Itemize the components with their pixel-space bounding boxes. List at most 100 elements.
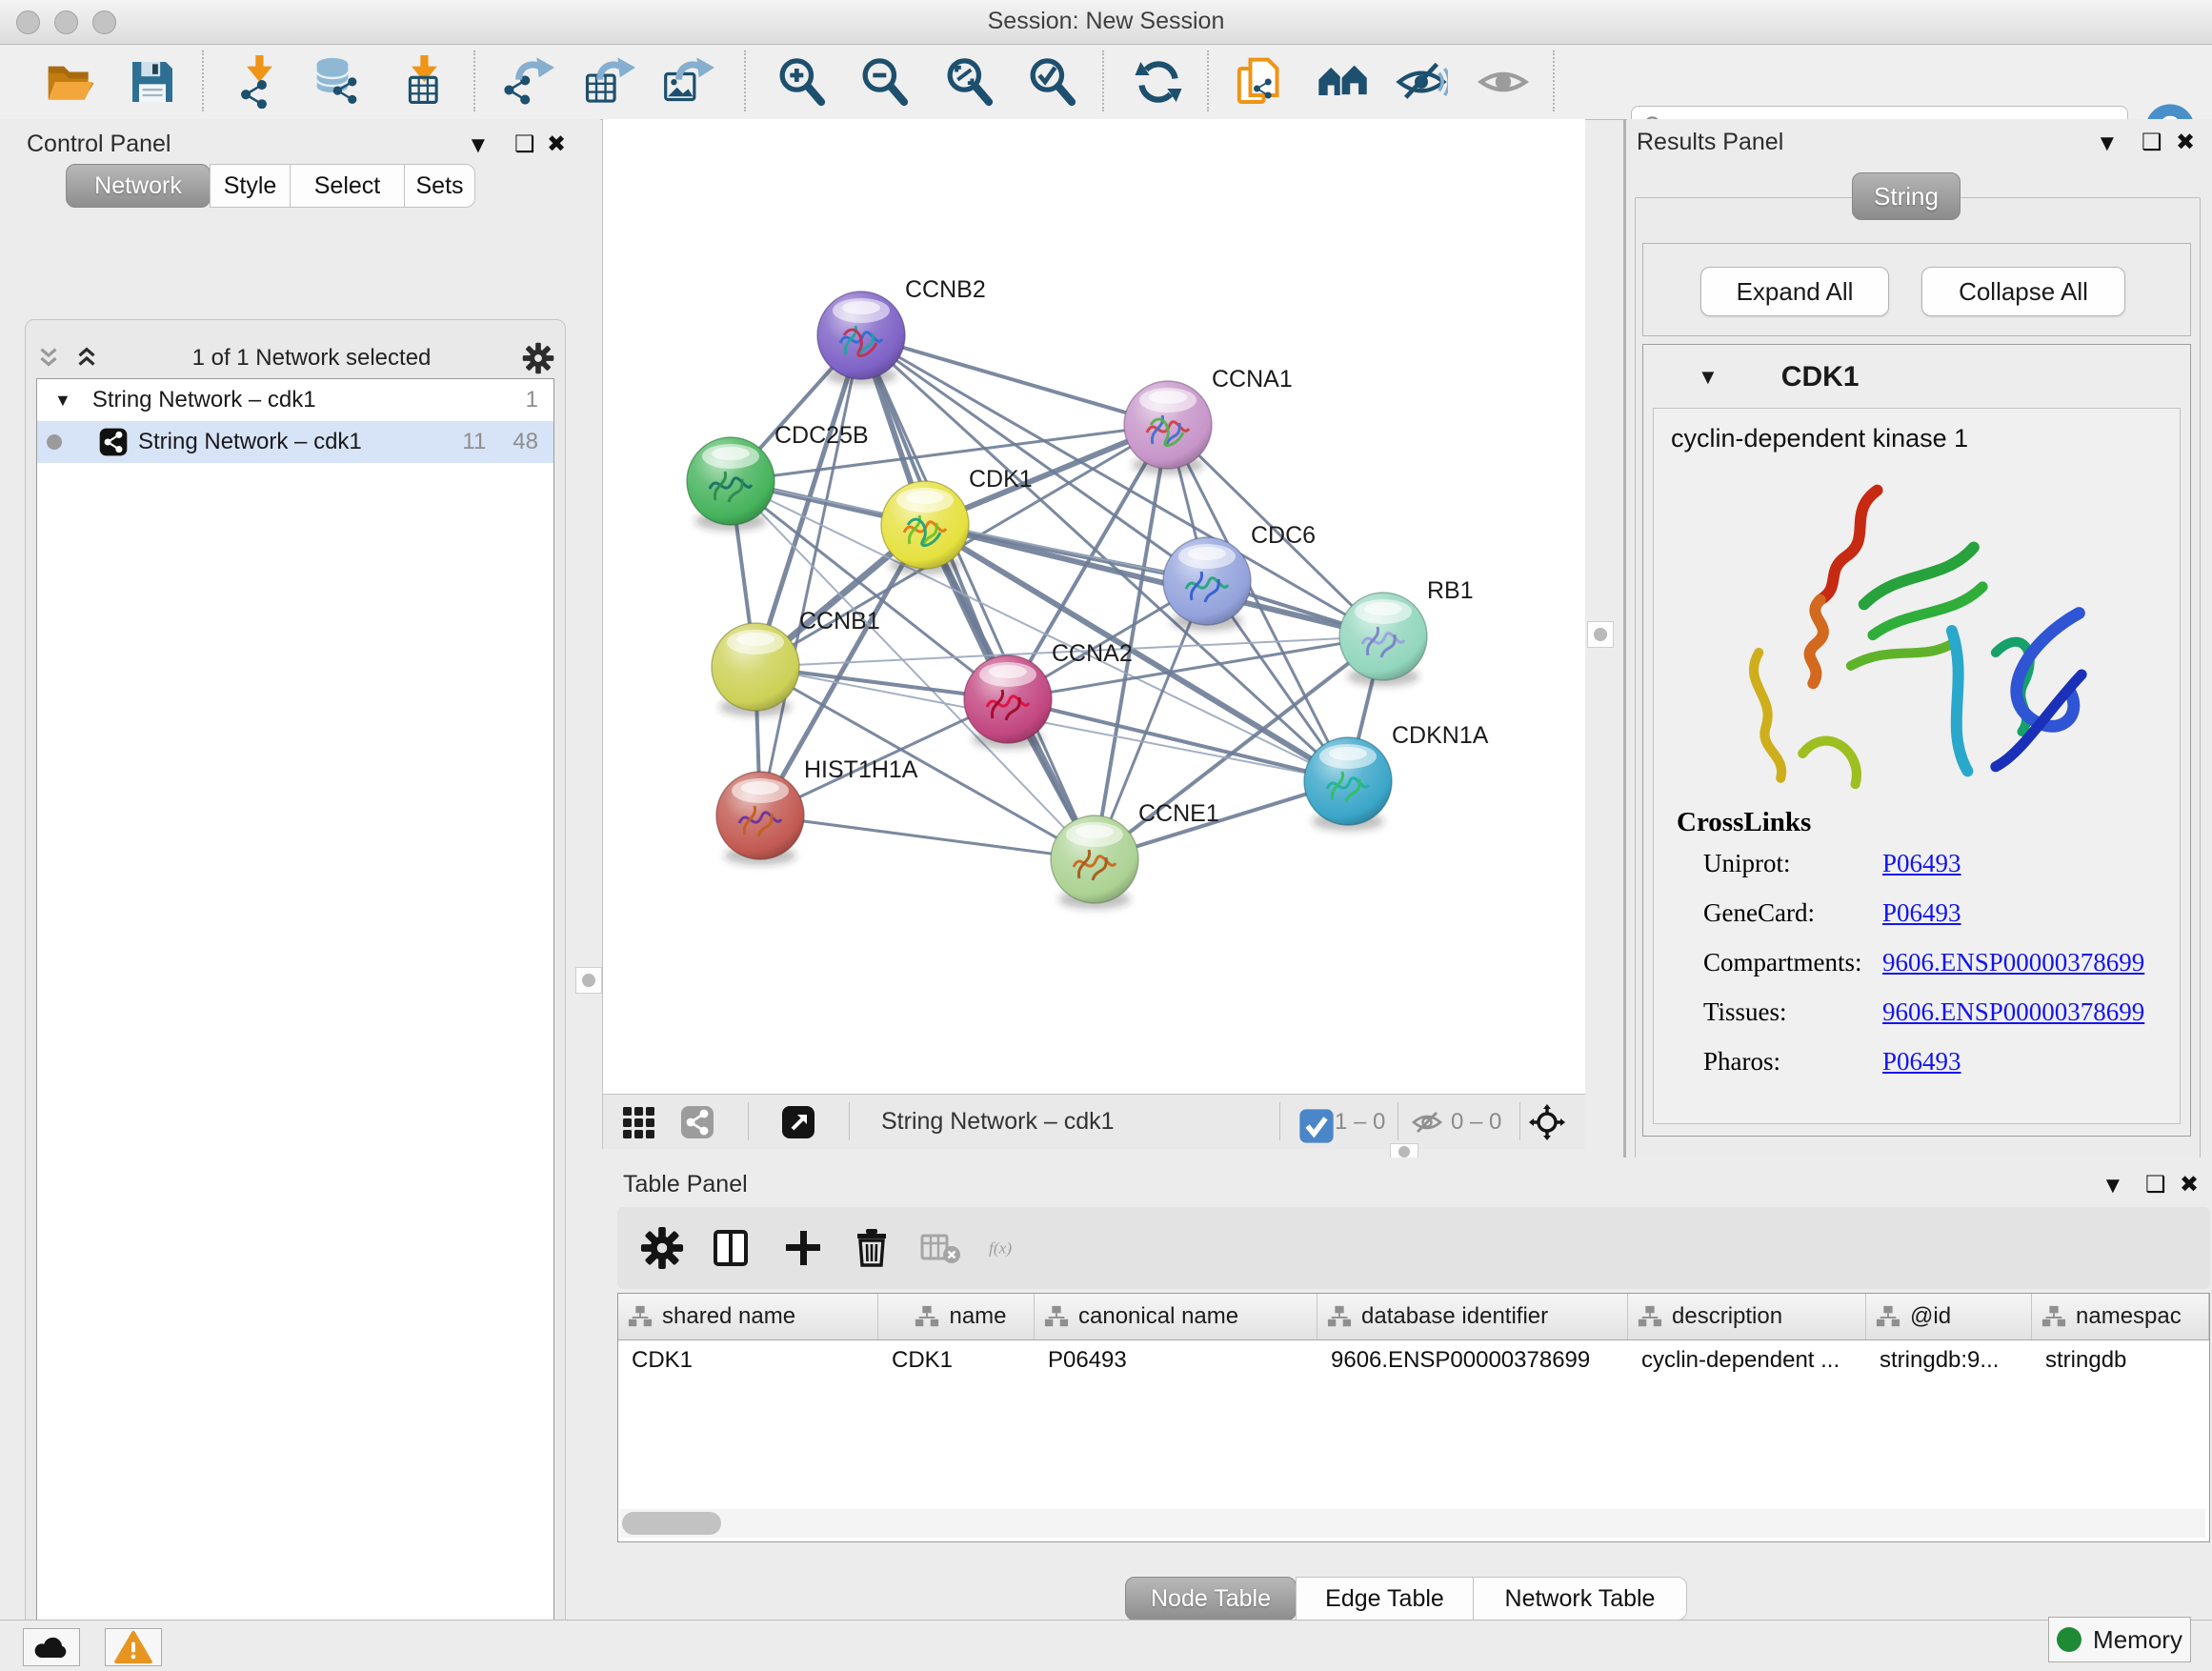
tab-network[interactable]: Network: [66, 164, 211, 208]
crosslink-link[interactable]: P06493: [1882, 898, 1961, 928]
column-header-namespac[interactable]: namespac: [2032, 1294, 2209, 1339]
results-panel-divider[interactable]: [1623, 119, 1626, 1158]
table-row[interactable]: CDK1CDK1P064939606.ENSP00000378699cyclin…: [618, 1339, 2209, 1381]
memory-button[interactable]: Memory: [2048, 1617, 2191, 1662]
export-table-icon[interactable]: [582, 55, 635, 109]
tab-string[interactable]: String: [1852, 172, 1961, 220]
node-CCNA2[interactable]: [964, 655, 1052, 749]
results-panel-menu-icon[interactable]: ▼: [2096, 131, 2119, 157]
edge-CCNB2-HIST1H1A[interactable]: [760, 335, 861, 815]
results-panel-title: Results Panel: [1637, 129, 1783, 156]
table-cell[interactable]: stringdb: [2032, 1339, 2209, 1381]
table-settings-gear-icon[interactable]: [640, 1226, 684, 1270]
column-header--id[interactable]: @id: [1866, 1294, 2032, 1339]
tab-style[interactable]: Style: [210, 164, 291, 208]
node-CDKN1A[interactable]: [1304, 737, 1392, 831]
refresh-icon[interactable]: [1132, 55, 1185, 109]
crosslink-link[interactable]: P06493: [1882, 1047, 1961, 1077]
collapse-all-button[interactable]: Collapse All: [1921, 267, 2125, 316]
add-column-icon[interactable]: [781, 1226, 825, 1270]
node-label-HIST1H1A: HIST1H1A: [804, 756, 918, 783]
cloud-status-button[interactable]: [23, 1628, 80, 1666]
node-CDC6[interactable]: [1163, 537, 1251, 631]
node-HIST1H1A[interactable]: [716, 772, 804, 865]
edge-HIST1H1A-CCNE1[interactable]: [760, 815, 1095, 859]
import-table-icon[interactable]: [398, 55, 452, 109]
clone-network-icon[interactable]: [1234, 55, 1287, 109]
tab-edge-table[interactable]: Edge Table: [1296, 1577, 1474, 1621]
open-folder-icon[interactable]: [44, 55, 97, 109]
birds-eye-view-icon[interactable]: [780, 1104, 816, 1140]
zoom-out-icon[interactable]: [857, 55, 911, 109]
selected-checkbox-icon[interactable]: [1298, 1108, 1325, 1135]
edge-CCNA2-CDKN1A[interactable]: [1008, 699, 1348, 781]
collapse-entry-icon[interactable]: ▼: [1698, 365, 1719, 390]
expand-all-networks-icon[interactable]: [72, 344, 101, 372]
export-network-icon[interactable]: [501, 55, 554, 109]
network-share-icon[interactable]: [679, 1104, 715, 1140]
show-columns-icon[interactable]: [709, 1226, 753, 1270]
left-splitter-handle[interactable]: [575, 967, 602, 994]
tab-select[interactable]: Select: [290, 164, 405, 208]
home-pair-icon[interactable]: [1317, 55, 1370, 109]
column-header-database-identifier[interactable]: database identifier: [1317, 1294, 1628, 1339]
network-canvas[interactable]: CCNB2CCNA1CDC25BCDK1CDC6RB1CCNB1CCNA2CDK…: [602, 119, 1585, 1094]
gene-entry-header[interactable]: ▼ CDK1: [1644, 352, 2178, 402]
tab-sets[interactable]: Sets: [404, 164, 475, 208]
edge-CCNB2-CCNA1[interactable]: [861, 335, 1168, 425]
zoom-fit-icon[interactable]: [942, 55, 995, 109]
import-network-icon[interactable]: [233, 55, 287, 109]
grid-view-icon[interactable]: [620, 1104, 656, 1140]
table-panel-close-icon[interactable]: ✖: [2180, 1171, 2199, 1198]
table-cell[interactable]: CDK1: [878, 1339, 1035, 1381]
zoom-selected-icon[interactable]: [1025, 55, 1078, 109]
tab-node-table[interactable]: Node Table: [1125, 1577, 1297, 1621]
control-panel-menu-icon[interactable]: ▼: [467, 132, 490, 159]
tab-network-table[interactable]: Network Table: [1473, 1577, 1687, 1621]
scrollbar-thumb[interactable]: [622, 1512, 721, 1535]
expand-all-button[interactable]: Expand All: [1700, 267, 1889, 316]
table-cell[interactable]: stringdb:9...: [1866, 1339, 2032, 1381]
crosslink-link[interactable]: P06493: [1882, 849, 1961, 878]
control-panel-float-icon[interactable]: ❑: [514, 131, 535, 158]
results-panel-close-icon[interactable]: ✖: [2176, 129, 2195, 156]
eye-hide-icon[interactable]: [1395, 55, 1448, 109]
collapse-all-networks-icon[interactable]: [34, 344, 63, 372]
column-header-name[interactable]: name: [878, 1294, 1035, 1339]
table-horizontal-scrollbar[interactable]: [620, 1509, 2205, 1538]
crosslink-link[interactable]: 9606.ENSP00000378699: [1882, 997, 2144, 1027]
save-icon[interactable]: [126, 55, 179, 109]
table-panel-menu-icon[interactable]: ▼: [2101, 1173, 2124, 1199]
network-tree-row[interactable]: String Network – cdk11148: [37, 421, 553, 463]
column-header-shared-name[interactable]: shared name: [618, 1294, 878, 1339]
node-CCNA1[interactable]: [1124, 381, 1212, 474]
node-CDC25B[interactable]: [687, 437, 774, 531]
table-cell[interactable]: P06493: [1035, 1339, 1317, 1381]
crosslink-link[interactable]: 9606.ENSP00000378699: [1882, 948, 2144, 977]
warning-status-button[interactable]: [105, 1628, 162, 1666]
tree-expander-icon[interactable]: ▼: [54, 391, 71, 411]
zoom-in-icon[interactable]: [774, 55, 828, 109]
results-panel-float-icon[interactable]: ❑: [2142, 129, 2162, 156]
column-header-canonical-name[interactable]: canonical name: [1035, 1294, 1317, 1339]
node-CDK1[interactable]: [881, 481, 969, 574]
table-cell[interactable]: CDK1: [618, 1339, 878, 1381]
network-tree-row[interactable]: ▼String Network – cdk11: [37, 379, 553, 421]
fit-selected-crosshair-icon[interactable]: [1529, 1104, 1565, 1140]
import-database-icon[interactable]: [312, 55, 366, 109]
node-CCNB1[interactable]: [712, 623, 799, 716]
table-cell[interactable]: cyclin-dependent ...: [1628, 1339, 1866, 1381]
export-image-icon[interactable]: [661, 55, 714, 109]
table-panel-float-icon[interactable]: ❑: [2145, 1171, 2166, 1198]
right-splitter-handle[interactable]: [1587, 621, 1614, 648]
column-header-label: shared name: [662, 1303, 795, 1330]
control-panel-close-icon[interactable]: ✖: [547, 131, 566, 158]
delete-column-trash-icon[interactable]: [850, 1226, 894, 1270]
hidden-eye-icon[interactable]: [1409, 1104, 1445, 1140]
table-cell[interactable]: 9606.ENSP00000378699: [1317, 1339, 1628, 1381]
node-CCNE1[interactable]: [1051, 815, 1138, 909]
column-header-description[interactable]: description: [1628, 1294, 1866, 1339]
node-RB1[interactable]: [1339, 593, 1427, 686]
network-options-gear-icon[interactable]: [522, 342, 554, 374]
node-CCNB2[interactable]: [817, 292, 905, 385]
